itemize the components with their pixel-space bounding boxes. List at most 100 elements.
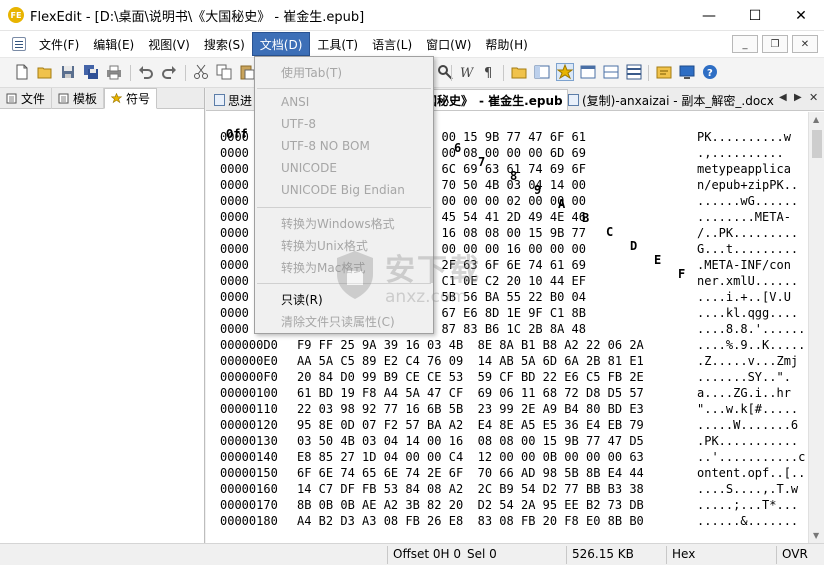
copy-icon[interactable] [216,64,232,80]
menu-language[interactable]: 语言(L) [365,32,419,56]
row-ascii[interactable]: /..PK......... [697,226,798,240]
doc-tab-1[interactable]: 思进 [210,89,256,110]
row-bytes[interactable]: A4 B2 D3 A3 08 FB 26 E8 83 08 FB 20 F8 E… [297,514,644,528]
menu-file[interactable]: 文件(F) [32,32,86,56]
tab-scroll-right-icon[interactable]: ▶ [794,92,802,103]
tab-symbols[interactable]: 符号 [104,88,158,109]
row-bytes[interactable]: E8 85 27 1D 04 00 00 C4 12 00 00 0B 00 0… [297,450,644,464]
row-ascii[interactable]: ......&....... [697,514,798,528]
monitor-icon[interactable] [679,64,695,80]
scrollbar-thumb[interactable] [812,130,822,158]
row-bytes[interactable]: 22 03 98 92 77 16 6B 5B 23 99 2E A9 B4 8… [297,402,644,416]
menu-help[interactable]: 帮助(H) [478,32,534,56]
doc-tab-2[interactable]: 国秘史》 - 崔金生.epub [420,89,568,110]
menu-convert-mac[interactable]: 转换为Mac格式 [281,259,365,276]
doc-tab-3[interactable]: (复制)-anxaizai - 副本_解密_.docx [564,89,778,110]
maximize-button[interactable]: ☐ [732,0,778,31]
split-icon[interactable] [603,64,619,80]
row-ascii[interactable]: ....kl.qgg.... [697,306,798,320]
row-bytes[interactable]: 8B 0B 0B AE A2 3B 82 20 D2 54 2A 95 EE B… [297,498,644,512]
paste-icon[interactable] [239,64,255,80]
settings-icon[interactable] [656,64,672,80]
menu-convert-windows[interactable]: 转换为Windows格式 [281,215,395,232]
scroll-up-icon[interactable]: ▲ [813,115,819,124]
row-ascii[interactable]: .PK........... [697,434,798,448]
window-icon[interactable] [580,64,596,80]
scroll-down-icon[interactable]: ▼ [813,531,819,540]
menu-window[interactable]: 窗口(W) [419,32,478,56]
tab-close-icon[interactable]: ✕ [809,91,818,104]
menu-edit[interactable]: 编辑(E) [86,32,141,56]
menu-tools[interactable]: 工具(T) [310,32,365,56]
row-ascii[interactable]: n/epub+zipPK.. [697,178,798,192]
tile-icon[interactable] [626,64,642,80]
mdi-minimize-button[interactable]: _ [732,35,758,53]
row-bytes[interactable]: 6F 6E 74 65 6E 74 2E 6F 70 66 AD 98 5B 8… [297,466,644,480]
row-bytes[interactable]: 95 8E 0D 07 F2 57 BA A2 E4 8E A5 E5 36 E… [297,418,644,432]
status-bar: Offset 0H 0 Sel 0 526.15 KB Hex OVR [0,543,824,565]
row-bytes[interactable]: F9 FF 25 9A 39 16 03 4B 8E 8A B1 B8 A2 2… [297,338,644,352]
panel-icon[interactable] [534,64,550,80]
vertical-scrollbar[interactable]: ▲ ▼ [808,112,824,543]
row-ascii[interactable]: .......SY..". [697,370,791,384]
row-ascii[interactable]: metypeapplica [697,162,791,176]
menu-encoding-unicode-be[interactable]: UNICODE Big Endian [281,183,405,197]
menu-clear-readonly[interactable]: 清除文件只读属性(C) [281,313,395,330]
redo-icon[interactable] [161,64,177,80]
menu-encoding-unicode[interactable]: UNICODE [281,161,337,175]
row-bytes[interactable]: 20 84 D0 99 B9 CE CE 53 59 CF BD 22 E6 C… [297,370,644,384]
menu-view[interactable]: 视图(V) [141,32,197,56]
row-ascii[interactable]: .,.......... [697,146,784,160]
mdi-close-button[interactable]: ✕ [792,35,818,53]
minimize-button[interactable]: — [686,0,732,31]
row-ascii[interactable]: .....;...T*... [697,498,798,512]
close-button[interactable]: ✕ [778,0,824,31]
row-bytes[interactable]: 03 50 4B 03 04 14 00 16 08 08 00 15 9B 7… [297,434,644,448]
row-ascii[interactable]: ....i.+..[V.U [697,290,791,304]
row-ascii[interactable]: ontent.opf..[.. [697,466,805,480]
menu-read-only[interactable]: 只读(R) [281,291,323,308]
paragraph-icon[interactable]: ¶ [481,64,497,80]
symbol-icon[interactable] [556,63,574,81]
row-ascii[interactable]: G...t......... [697,242,798,256]
row-ascii[interactable]: ner.xmlU...... [697,274,798,288]
save-icon[interactable] [60,64,76,80]
save-all-icon[interactable] [83,64,99,80]
mdi-restore-button[interactable]: ❐ [762,35,788,53]
row-ascii[interactable]: ........META- [697,210,791,224]
menu-document[interactable]: 文档(D) [251,32,311,56]
row-ascii[interactable]: ..'...........c [697,450,805,464]
undo-icon[interactable] [138,64,154,80]
row-ascii[interactable]: .Z.....v...Zmj [697,354,798,368]
new-file-icon[interactable] [14,64,30,80]
row-ascii[interactable]: ......wG...... [697,194,798,208]
menu-convert-unix[interactable]: 转换为Unix格式 [281,237,368,254]
row-ascii[interactable]: ....S....,.T.w [697,482,798,496]
tab-files[interactable]: 文件 [0,88,53,109]
menu-search[interactable]: 搜索(S) [197,32,252,56]
row-ascii[interactable]: PK..........w [697,130,791,144]
folder-icon[interactable] [511,64,527,80]
tab-templates[interactable]: 模板 [52,88,105,109]
row-ascii[interactable]: .META-INF/con [697,258,791,272]
cut-icon[interactable] [193,64,209,80]
help-icon[interactable]: ? [702,64,718,80]
row-bytes[interactable]: AA 5A C5 89 E2 C4 76 09 14 AB 5A 6D 6A 2… [297,354,644,368]
row-bytes[interactable]: 14 C7 DF FB 53 84 08 A2 2C B9 54 D2 77 B… [297,482,644,496]
row-ascii[interactable]: ....%.9..K..... [697,338,805,352]
document-menu-icon[interactable] [12,37,26,51]
open-folder-icon[interactable] [37,64,53,80]
status-file-size: 526.15 KB [572,547,634,561]
menu-encoding-ansi[interactable]: ANSI [281,95,309,109]
row-ascii[interactable]: "...w.k[#..... [697,402,798,416]
menu-use-tab[interactable]: 使用Tab(T) [281,64,342,81]
row-ascii[interactable]: a....ZG.i..hr [697,386,791,400]
tab-scroll-left-icon[interactable]: ◀ [779,92,787,103]
menu-encoding-utf8[interactable]: UTF-8 [281,117,316,131]
row-ascii[interactable]: .....W.......6 [697,418,798,432]
menu-encoding-utf8-nobom[interactable]: UTF-8 NO BOM [281,139,370,153]
row-bytes[interactable]: 61 BD 19 F8 A4 5A 47 CF 69 06 11 68 72 D… [297,386,644,400]
print-icon[interactable] [106,64,122,80]
word-wrap-icon[interactable]: W [458,64,474,80]
row-ascii[interactable]: ....8.8.'...... [697,322,805,336]
